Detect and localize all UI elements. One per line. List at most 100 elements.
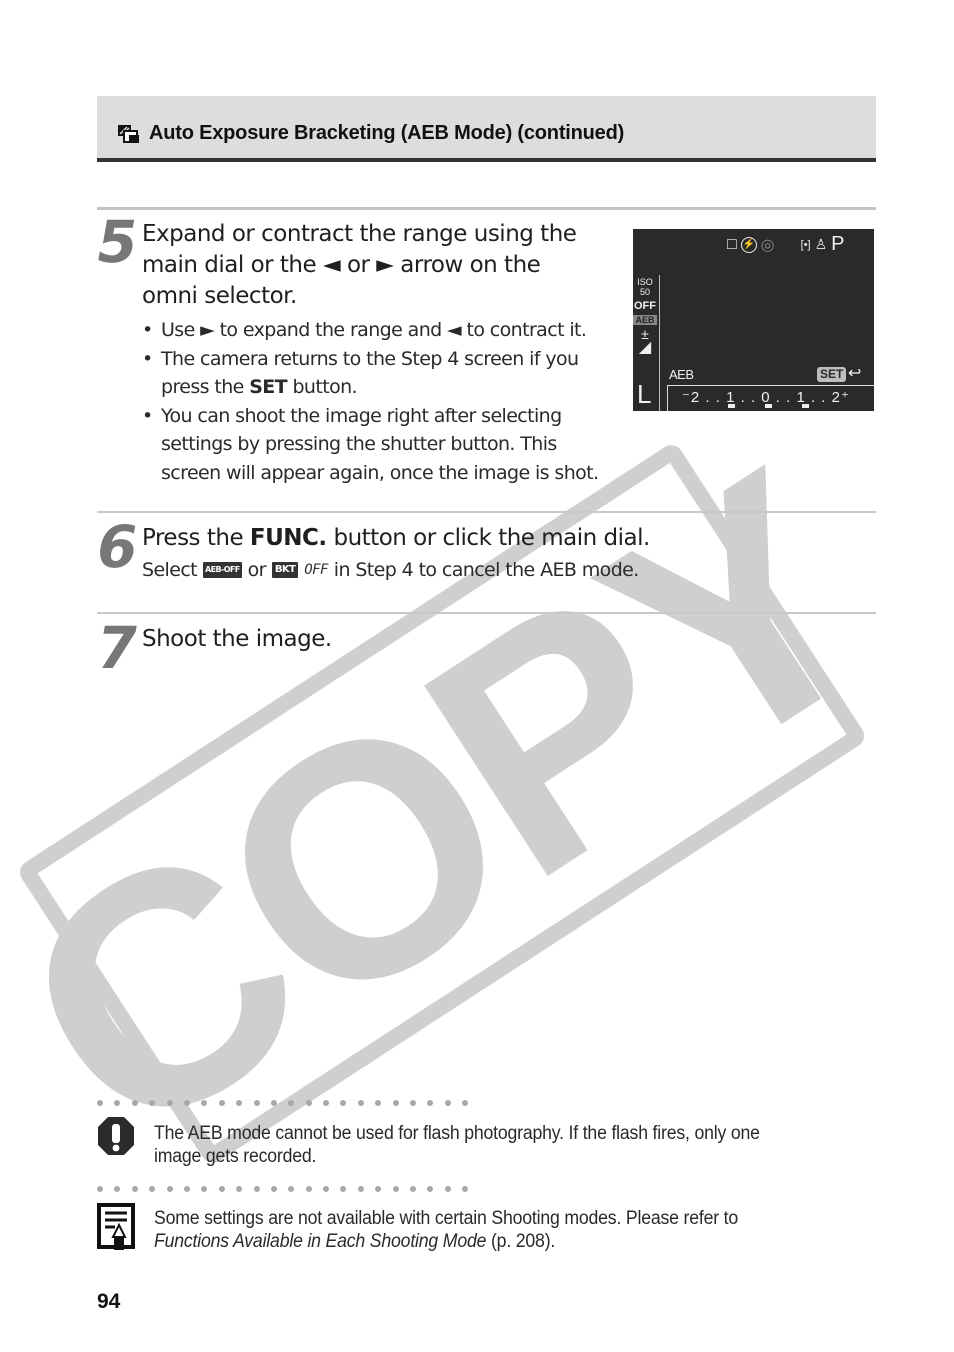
separator-dot [375, 1186, 382, 1192]
separator-dot [218, 1186, 225, 1192]
section-title-text: Auto Exposure Bracketing (AEB Mode) (con… [149, 122, 625, 144]
image-size-label: L [637, 379, 652, 409]
step-5-title-line-2: main dial or the ◄ or ► arrow on the [142, 252, 541, 278]
step-5-number: 5 [91, 208, 142, 276]
step-6-divider [97, 511, 876, 513]
separator-dot [149, 1186, 156, 1192]
bullet-text: settings by pressing the shutter button.… [161, 433, 557, 455]
step-7-title: Shoot the image. [142, 626, 332, 652]
step-5-title-line-1: Expand or contract the range using the [142, 221, 577, 247]
separator-dot [357, 1100, 364, 1106]
quality-icon: ◢ [638, 339, 652, 356]
separator-dot [236, 1100, 243, 1106]
step-6-title-text: Press the [142, 525, 250, 551]
separator-dot [166, 1100, 173, 1106]
separator-dot [375, 1100, 382, 1106]
bullet-text: button. [287, 376, 357, 398]
separator-dot [323, 1100, 330, 1106]
header-rule [97, 158, 876, 162]
step-5-title-line-3: omni selector. [142, 283, 297, 309]
caution-icon [97, 1116, 135, 1160]
separator-dot [340, 1100, 347, 1106]
subtext-select: Select [142, 559, 198, 581]
dotted-separator [97, 1100, 469, 1106]
step-6-title-text: button or click the main dial. [326, 525, 650, 551]
bracket-mark-minus [728, 404, 735, 408]
separator-dot [305, 1186, 312, 1192]
bullet-dot: • [142, 347, 153, 370]
step-5-divider [97, 207, 876, 210]
separator-dot [305, 1100, 312, 1106]
separator-dot [253, 1186, 260, 1192]
step-5-bullets: • Use ► to expand the range and ◄ to con… [142, 316, 632, 487]
separator-dot [462, 1100, 469, 1106]
section-header: Auto Exposure Bracketing (AEB Mode) (con… [97, 96, 876, 162]
memo-icon [97, 1203, 137, 1257]
bracket-mark-zero [765, 404, 772, 408]
set-button-label: SET [249, 376, 288, 398]
separator-dot [131, 1186, 138, 1192]
single-shot-icon: □ [727, 235, 737, 253]
separator-dot [340, 1186, 347, 1192]
step-6-title: Press the FUNC. button or click the main… [142, 523, 650, 554]
separator-dot [149, 1100, 156, 1106]
dotted-separator [97, 1186, 469, 1192]
bullet-text: The camera returns to the Step 4 screen … [161, 347, 579, 370]
separator-dot [288, 1186, 295, 1192]
bkt-icon: BKT [271, 562, 299, 578]
separator-dot [114, 1186, 121, 1192]
separator-dot [427, 1186, 434, 1192]
caution-note-text: The AEB mode cannot be used for flash ph… [154, 1123, 760, 1167]
page-reference: (p. 208). [486, 1231, 556, 1252]
separator-dot [462, 1186, 469, 1192]
red-eye-icon: ◎ [760, 236, 775, 254]
separator-dot [323, 1186, 330, 1192]
ae-lock-icon: ♙ [814, 236, 828, 252]
separator-dot [218, 1100, 225, 1106]
separator-dot [166, 1186, 173, 1192]
aeb-bracketing-icon [117, 124, 141, 144]
cross-reference-title: Functions Available in Each Shooting Mod… [154, 1231, 487, 1252]
separator-dot [427, 1100, 434, 1106]
subtext-or: or [247, 559, 267, 581]
separator-dot [201, 1100, 208, 1106]
separator-dot [410, 1100, 417, 1106]
iso-icon: ISO 50 [637, 277, 653, 297]
separator-dot [183, 1186, 190, 1192]
bullet-item: • You can shoot the image right after se… [142, 402, 632, 488]
step-6-number: 6 [91, 513, 142, 581]
separator-dot [270, 1100, 277, 1106]
effect-off-icon: OFF [634, 300, 656, 312]
lcd-aeb-label: AEB [669, 367, 694, 382]
aeb-selected-icon: AEB [633, 315, 657, 325]
bullet-text: screen will appear again, once the image… [161, 461, 599, 484]
section-title: Auto Exposure Bracketing (AEB Mode) (con… [117, 122, 624, 145]
separator-dot [131, 1100, 138, 1106]
separator-dot [270, 1186, 277, 1192]
separator-dot [253, 1100, 260, 1106]
aeb-off-icon: AEB-OFF [203, 562, 242, 578]
flash-off-icon: ⚡ [740, 236, 757, 253]
off-label: OFF [304, 562, 328, 578]
lcd-set-badge: SET [817, 367, 847, 382]
bullet-dot: • [142, 319, 153, 341]
flash-compensation-icon: ± [641, 326, 649, 342]
separator-dot [392, 1186, 399, 1192]
return-icon: ↩ [848, 365, 862, 382]
lcd-top-icons: □ ⚡ ◎ [•] ♙ P [727, 233, 845, 256]
separator-dot [183, 1100, 190, 1106]
separator-dot [288, 1100, 295, 1106]
bullet-text: Use ► to expand the range and ◄ to contr… [161, 319, 587, 341]
memo-note-text: Some settings are not available with cer… [154, 1207, 796, 1253]
bullet-item: • The camera returns to the Step 4 scree… [142, 345, 632, 402]
bullet-item: • Use ► to expand the range and ◄ to con… [142, 316, 632, 345]
separator-dot [201, 1186, 208, 1192]
metering-icon: [•] [800, 238, 811, 251]
step-5-title: Expand or contract the range using the m… [142, 219, 577, 312]
separator-dot [444, 1186, 451, 1192]
aeb-range-scale: ⁻2 . . 1 . . 0 . . 1 . . 2⁺ [667, 385, 874, 411]
shooting-mode-label: P [831, 233, 845, 255]
page-number: 94 [97, 1290, 121, 1313]
separator-dot [114, 1100, 121, 1106]
separator-dot [97, 1186, 103, 1192]
